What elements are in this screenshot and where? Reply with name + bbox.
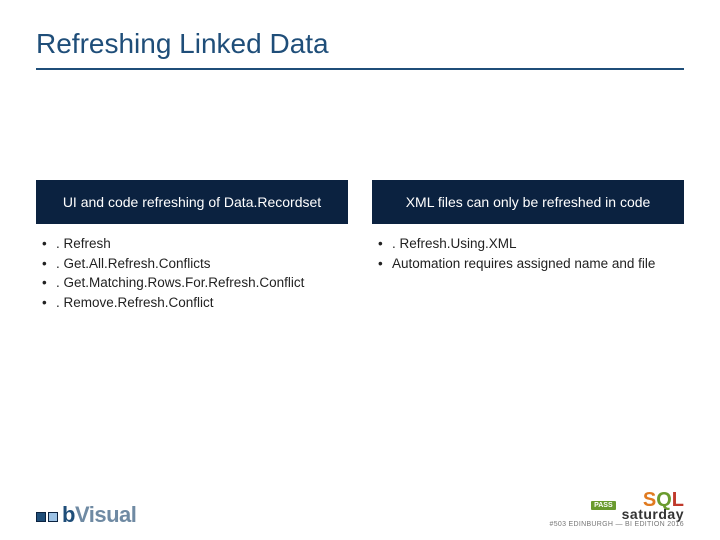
list-item-text: . Refresh <box>56 234 348 254</box>
logo-sqlsaturday-subtitle: #503 EDINBURGH — BI EDITION 2016 <box>550 521 684 528</box>
list-item-text: . Get.Matching.Rows.For.Refresh.Conflict <box>56 273 348 293</box>
bullet-icon: • <box>42 293 56 313</box>
bullet-icon: • <box>378 254 392 274</box>
bullet-icon: • <box>42 254 56 274</box>
list-item-text: Automation requires assigned name and fi… <box>392 254 684 274</box>
list-item: • . Remove.Refresh.Conflict <box>42 293 348 313</box>
column-left-heading: UI and code refreshing of Data.Recordset <box>36 180 348 224</box>
column-right-items: • . Refresh.Using.XML • Automation requi… <box>372 224 684 273</box>
list-item: • . Get.All.Refresh.Conflicts <box>42 254 348 274</box>
logo-sql-letters: SQL saturday <box>622 491 684 521</box>
bullet-icon: • <box>42 234 56 254</box>
bullet-icon: • <box>378 234 392 254</box>
page-title: Refreshing Linked Data <box>36 28 684 60</box>
column-left-items: • . Refresh • . Get.All.Refresh.Conflict… <box>36 224 348 312</box>
column-right: XML files can only be refreshed in code … <box>372 180 684 312</box>
list-item: • Automation requires assigned name and … <box>378 254 684 274</box>
logo-sqlsaturday-top: PASS SQL saturday <box>550 491 684 521</box>
slide: Refreshing Linked Data UI and code refre… <box>0 0 720 540</box>
footer: bVisual PASS SQL saturday #503 EDINBURGH… <box>0 491 720 528</box>
square-icon <box>36 512 46 522</box>
column-right-heading: XML files can only be refreshed in code <box>372 180 684 224</box>
list-item-text: . Get.All.Refresh.Conflicts <box>56 254 348 274</box>
logo-sqlsaturday: PASS SQL saturday #503 EDINBURGH — BI ED… <box>550 491 684 528</box>
logo-bvisual: bVisual <box>36 502 136 528</box>
logo-saturday: saturday <box>622 508 684 521</box>
column-left: UI and code refreshing of Data.Recordset… <box>36 180 348 312</box>
logo-bvisual-suffix: Visual <box>75 502 136 527</box>
pass-badge: PASS <box>591 501 616 510</box>
bullet-icon: • <box>42 273 56 293</box>
list-item-text: . Remove.Refresh.Conflict <box>56 293 348 313</box>
logo-bvisual-prefix: b <box>62 502 75 527</box>
list-item: • . Refresh <box>42 234 348 254</box>
columns: UI and code refreshing of Data.Recordset… <box>36 180 684 312</box>
list-item: • . Refresh.Using.XML <box>378 234 684 254</box>
logo-bvisual-text: bVisual <box>62 502 136 528</box>
list-item-text: . Refresh.Using.XML <box>392 234 684 254</box>
list-item: • . Get.Matching.Rows.For.Refresh.Confli… <box>42 273 348 293</box>
square-icon <box>48 512 58 522</box>
logo-bvisual-mark-icon <box>36 512 58 522</box>
title-rule <box>36 68 684 70</box>
